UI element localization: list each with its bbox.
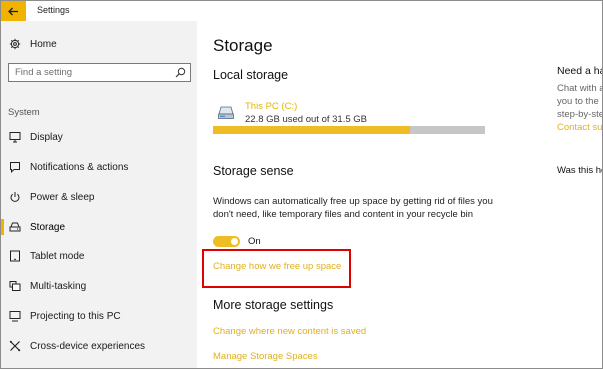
- storage-usage-fill: [213, 126, 410, 134]
- sidebar-item-label: Display: [30, 131, 63, 143]
- help-text-line: you to the: [557, 96, 599, 107]
- sidebar-item-label: Projecting to this PC: [30, 310, 121, 322]
- manage-storage-spaces-link[interactable]: Manage Storage Spaces: [213, 351, 318, 362]
- title-bar: Settings: [1, 1, 602, 21]
- sidebar-item-label: Multi-tasking: [30, 280, 87, 292]
- change-save-location-link[interactable]: Change where new content is saved: [213, 326, 366, 337]
- drive-link[interactable]: This PC (C:): [245, 101, 297, 112]
- projecting-icon: [9, 310, 21, 322]
- multitasking-icon: [9, 280, 21, 292]
- settings-window: Settings Home Find a setting System Disp…: [0, 0, 603, 369]
- sidebar-item-home[interactable]: Home: [1, 31, 197, 57]
- sidebar-item-power[interactable]: Power & sleep: [1, 184, 197, 210]
- help-heading: Need a ha: [557, 65, 603, 77]
- sidebar-item-label: Power & sleep: [30, 191, 95, 203]
- search-input[interactable]: Find a setting: [8, 63, 191, 82]
- sidebar: Home Find a setting System Display Notif…: [1, 21, 197, 368]
- storage-usage-bar: [213, 126, 485, 134]
- cross-device-icon: [9, 340, 21, 352]
- storage-sense-description: Windows can automatically free up space …: [213, 196, 493, 220]
- sidebar-item-cross-device[interactable]: Cross-device experiences: [1, 333, 197, 359]
- sidebar-item-notifications[interactable]: Notifications & actions: [1, 154, 197, 180]
- storage-sense-toggle[interactable]: [213, 236, 240, 247]
- back-button[interactable]: [1, 1, 26, 21]
- power-icon: [9, 191, 21, 203]
- sidebar-item-label: Cross-device experiences: [30, 340, 146, 352]
- window-title: Settings: [37, 5, 70, 15]
- sidebar-item-label: Tablet mode: [30, 250, 85, 262]
- drive-usage-text: 22.8 GB used out of 31.5 GB: [245, 114, 367, 125]
- tablet-icon: [9, 250, 21, 262]
- toggle-knob: [231, 238, 238, 245]
- storage-icon: [9, 221, 21, 233]
- sidebar-item-multitasking[interactable]: Multi-tasking: [1, 273, 197, 299]
- help-text-line: Chat with a: [557, 83, 603, 94]
- search-placeholder: Find a setting: [15, 67, 73, 78]
- more-storage-heading: More storage settings: [213, 298, 334, 312]
- change-free-up-space-link[interactable]: Change how we free up space: [213, 261, 341, 272]
- section-label-system: System: [8, 107, 40, 118]
- sidebar-item-label: Storage: [30, 221, 66, 233]
- page-title: Storage: [213, 36, 273, 55]
- contact-support-link[interactable]: Contact su: [557, 122, 602, 133]
- local-storage-heading: Local storage: [213, 68, 289, 82]
- sidebar-item-display[interactable]: Display: [1, 124, 197, 150]
- active-indicator: [1, 219, 4, 235]
- search-icon: [175, 67, 186, 78]
- sidebar-item-label: Home: [30, 38, 57, 50]
- back-arrow-icon: [8, 7, 18, 15]
- gear-icon: [9, 38, 21, 50]
- sidebar-item-label: Notifications & actions: [30, 161, 129, 173]
- sidebar-item-storage[interactable]: Storage: [1, 214, 197, 240]
- toggle-state-label: On: [248, 236, 261, 247]
- feedback-question: Was this he: [557, 165, 603, 176]
- storage-sense-heading: Storage sense: [213, 164, 294, 178]
- notifications-icon: [9, 161, 21, 173]
- hard-drive-icon: [218, 106, 234, 119]
- sidebar-item-projecting[interactable]: Projecting to this PC: [1, 303, 197, 329]
- display-icon: [9, 131, 21, 143]
- help-text-line: step-by-ste: [557, 109, 603, 120]
- sidebar-item-tablet-mode[interactable]: Tablet mode: [1, 243, 197, 269]
- main-content: Storage Local storage This PC (C:) 22.8 …: [197, 21, 603, 368]
